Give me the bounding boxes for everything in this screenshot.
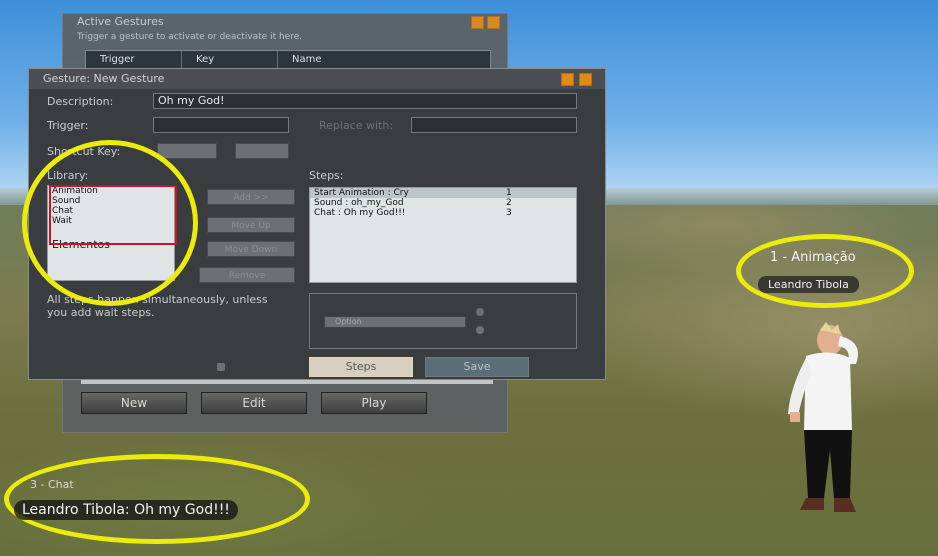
shortcut-key-select[interactable] [235,143,289,159]
edit-button[interactable]: Edit [201,392,307,414]
option-radio-2[interactable] [476,326,484,334]
replace-label: Replace with: [319,119,394,132]
steps-label: Steps: [309,169,344,182]
button-row: New Edit Play [81,392,427,414]
step-number: 2 [506,198,512,208]
chat-highlight-ellipse [4,454,310,544]
avatar-figure [788,322,858,512]
chat-bubble: Leandro Tibola: Oh my God!!! [14,500,238,520]
step-name: Chat : Oh my God!!! [314,208,406,218]
steps-list: Start Animation : Cry 1 Sound : oh_my_God… [309,187,577,283]
window-subtitle: Trigger a gesture to activate or deactiv… [77,32,303,42]
move-up-button[interactable]: Move Up [207,217,295,233]
animation-annotation: 1 - Animação [770,250,856,265]
step-name: Start Animation : Cry [314,188,409,198]
window-title: Active Gestures [77,15,164,28]
avatar-nametag: Leandro Tibola [758,276,859,293]
animation-highlight-ellipse [736,234,914,308]
replace-field[interactable] [411,117,577,133]
step-row[interactable]: Chat : Oh my God!!! 3 [310,208,576,218]
column-key[interactable]: Key [182,51,278,69]
option-radio-1[interactable] [476,308,484,316]
trigger-label: Trigger: [47,119,89,132]
trigger-field[interactable] [153,117,289,133]
step-options-panel: Option [309,293,577,349]
tab-steps[interactable]: Steps [309,357,413,377]
move-down-button[interactable]: Move Down [207,241,295,257]
library-highlight-ellipse [22,140,198,306]
minimize-icon[interactable] [561,73,574,86]
column-trigger[interactable]: Trigger [86,51,182,69]
chat-annotation: 3 - Chat [30,478,74,491]
window-title: Gesture: New Gesture [29,69,605,89]
step-row[interactable]: Start Animation : Cry 1 [310,188,576,198]
close-icon[interactable] [579,73,592,86]
step-name: Sound : oh_my_God [314,198,404,208]
add-step-button[interactable]: Add >> [207,189,295,205]
bottom-tabs: Steps Save [309,357,529,377]
shortcut-modifier-select[interactable] [157,143,217,159]
description-label: Description: [47,95,114,108]
gesture-list-header: Trigger Key Name [85,50,491,70]
close-icon[interactable] [487,16,500,29]
tab-save[interactable]: Save [425,357,529,377]
minimize-icon[interactable] [471,16,484,29]
remove-step-button[interactable]: Remove [199,267,295,283]
active-checkbox[interactable] [217,363,225,371]
column-name[interactable]: Name [278,51,490,69]
step-number: 1 [506,188,512,198]
play-button[interactable]: Play [321,392,427,414]
option-slider[interactable]: Option [324,316,466,328]
new-button[interactable]: New [81,392,187,414]
step-number: 3 [506,208,512,218]
description-field[interactable]: Oh my God! [153,93,577,109]
step-row[interactable]: Sound : oh_my_God 2 [310,198,576,208]
3d-scene: Active Gestures Trigger a gesture to act… [0,0,938,556]
